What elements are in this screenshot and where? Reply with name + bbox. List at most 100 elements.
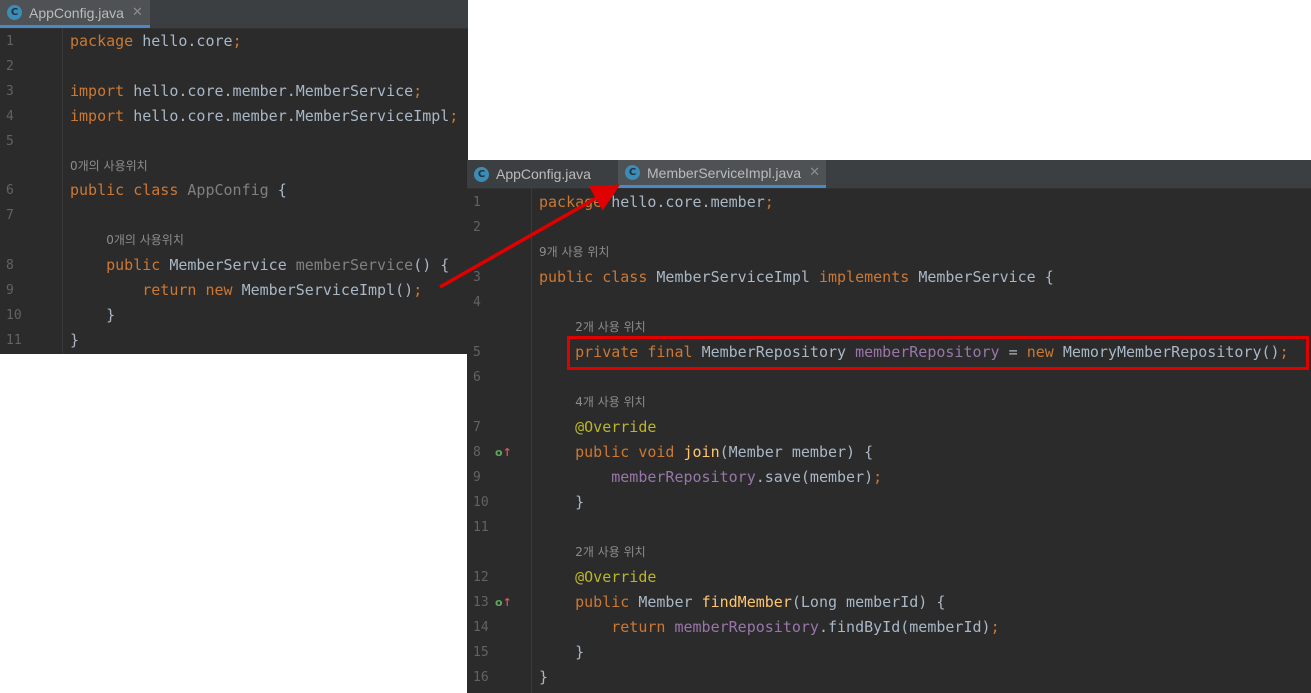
usage-hint-line[interactable]: 0개의 사용위치 — [0, 228, 468, 253]
line-number: 16 — [473, 670, 489, 685]
code-line[interactable]: 3 import hello.core.member.MemberService; — [0, 79, 468, 104]
line-number: 4 — [473, 295, 481, 310]
line-number: 4 — [6, 108, 14, 124]
code-line[interactable]: 1 package hello.core; — [0, 29, 468, 54]
code-line[interactable]: 4 — [467, 290, 1311, 315]
code-text: @Override — [539, 415, 656, 440]
highlight-box-member-repository — [567, 336, 1309, 370]
code-token: public — [575, 593, 639, 611]
code-token: public class — [539, 268, 657, 286]
code-token: } — [70, 305, 116, 324]
code-line[interactable]: 1 package hello.core.member; — [467, 190, 1311, 215]
code-line[interactable]: 8 public void join(Member member) {o↑ — [467, 440, 1311, 465]
code-text: return new MemberServiceImpl(); — [70, 278, 422, 303]
line-number: 2 — [6, 58, 14, 74]
code-line[interactable]: 6 public class AppConfig { — [0, 178, 468, 203]
code-text: public void join(Member member) { — [539, 440, 873, 465]
code-line[interactable]: 13 public Member findMember(Long memberI… — [467, 590, 1311, 615]
code-token: public class — [70, 181, 188, 200]
code-token: MemberServiceImpl — [656, 268, 819, 286]
code-token: hello.core.member.MemberService — [124, 81, 414, 100]
usage-hint[interactable]: 0개의 사용위치 — [70, 154, 148, 179]
code-token: ; — [873, 468, 883, 486]
line-number: 12 — [473, 570, 489, 585]
right-editor-pane: C AppConfig.java C MemberServiceImpl.jav… — [467, 160, 1311, 693]
code-token: ; — [990, 618, 1000, 636]
code-line[interactable]: 3 public class MemberServiceImpl implemen… — [467, 265, 1311, 290]
line-number: 3 — [473, 270, 481, 285]
usage-hint[interactable]: 2개 사용 위치 — [575, 540, 645, 565]
override-method-icon[interactable]: o↑ — [495, 440, 512, 465]
tab-appconfig-left[interactable]: C AppConfig.java ✕ — [0, 0, 150, 28]
tab-appconfig-right[interactable]: C AppConfig.java — [467, 160, 617, 188]
line-number: 1 — [6, 34, 14, 49]
code-line[interactable]: 7 — [0, 203, 468, 228]
close-icon[interactable]: ✕ — [132, 5, 143, 20]
line-number: 6 — [6, 183, 14, 199]
code-line[interactable]: 15 } — [467, 640, 1311, 665]
override-method-icon[interactable]: o↑ — [495, 590, 512, 615]
code-text: package hello.core.member; — [539, 190, 774, 215]
code-text: } — [539, 640, 584, 665]
code-token: ; — [232, 32, 242, 50]
code-line[interactable]: 2 — [467, 215, 1311, 240]
code-token: ; — [764, 193, 774, 211]
usage-hint[interactable]: 4개 사용 위치 — [575, 390, 645, 415]
class-c-icon: C — [625, 165, 640, 180]
tab-memberserviceimpl[interactable]: C MemberServiceImpl.java ✕ — [618, 160, 826, 188]
code-line[interactable]: 12 @Override — [467, 565, 1311, 590]
line-number: 7 — [6, 208, 14, 224]
left-tab-bar: C AppConfig.java ✕ — [0, 0, 468, 29]
code-line[interactable]: 9 return new MemberServiceImpl(); — [0, 278, 468, 303]
code-token: .save(member) — [755, 468, 874, 486]
code-token: ; — [413, 81, 423, 100]
code-token: public void — [575, 443, 684, 461]
line-number: 10 — [473, 495, 489, 510]
right-code-area[interactable]: 1 package hello.core.member; 2 9개 사용 위치 3 pub… — [467, 190, 1311, 693]
line-number: 15 — [473, 645, 489, 660]
usage-hint-line[interactable]: 4개 사용 위치 — [467, 390, 1311, 415]
code-line[interactable]: 8 public MemberService memberService() { — [0, 253, 468, 278]
code-line[interactable]: 11 — [467, 515, 1311, 540]
usage-hint[interactable]: 9개 사용 위치 — [539, 240, 609, 265]
code-token: } — [539, 493, 585, 511]
code-token: hello.core.member.MemberServiceImpl — [124, 106, 450, 125]
code-line[interactable]: 11} — [0, 328, 468, 353]
code-line[interactable]: 10 } — [0, 303, 468, 328]
code-line[interactable]: 14 return memberRepository.findById(memb… — [467, 615, 1311, 640]
code-token: (Member member) { — [719, 443, 874, 461]
code-token: MemberService { — [918, 268, 1054, 286]
left-code-area[interactable]: 1 package hello.core; 2 3 import hello.core.… — [0, 29, 468, 354]
code-line[interactable]: 9 memberRepository.save(member); — [467, 465, 1311, 490]
code-token: return — [611, 618, 675, 636]
code-token: } — [539, 668, 549, 686]
code-line[interactable]: 16} — [467, 665, 1311, 690]
usage-hint-line[interactable]: 0개의 사용위치 — [0, 154, 468, 179]
code-token: findMember — [701, 593, 792, 611]
tab-title: AppConfig.java — [29, 4, 124, 21]
code-token: ; — [449, 106, 459, 125]
code-token: memberRepository — [611, 468, 756, 486]
line-number: 11 — [6, 332, 22, 348]
usage-hint-line[interactable]: 9개 사용 위치 — [467, 240, 1311, 265]
code-line[interactable]: 7 @Override — [467, 415, 1311, 440]
code-token: memberRepository — [674, 618, 819, 636]
line-number: 9 — [6, 283, 14, 298]
code-line[interactable]: 5 — [0, 129, 468, 154]
code-text: } — [70, 328, 79, 353]
code-token: implements — [818, 268, 919, 286]
code-line[interactable]: 4 import hello.core.member.MemberServiceI… — [0, 104, 468, 129]
code-token: return new — [142, 281, 242, 299]
code-line[interactable]: 10 } — [467, 490, 1311, 515]
usage-hint[interactable]: 0개의 사용위치 — [106, 228, 184, 253]
close-icon[interactable]: ✕ — [809, 165, 820, 180]
code-text: public MemberService memberService() { — [70, 253, 449, 278]
code-line[interactable]: 2 — [0, 54, 468, 79]
code-text: import hello.core.member.MemberService; — [70, 79, 422, 104]
usage-hint-line[interactable]: 2개 사용 위치 — [467, 540, 1311, 565]
